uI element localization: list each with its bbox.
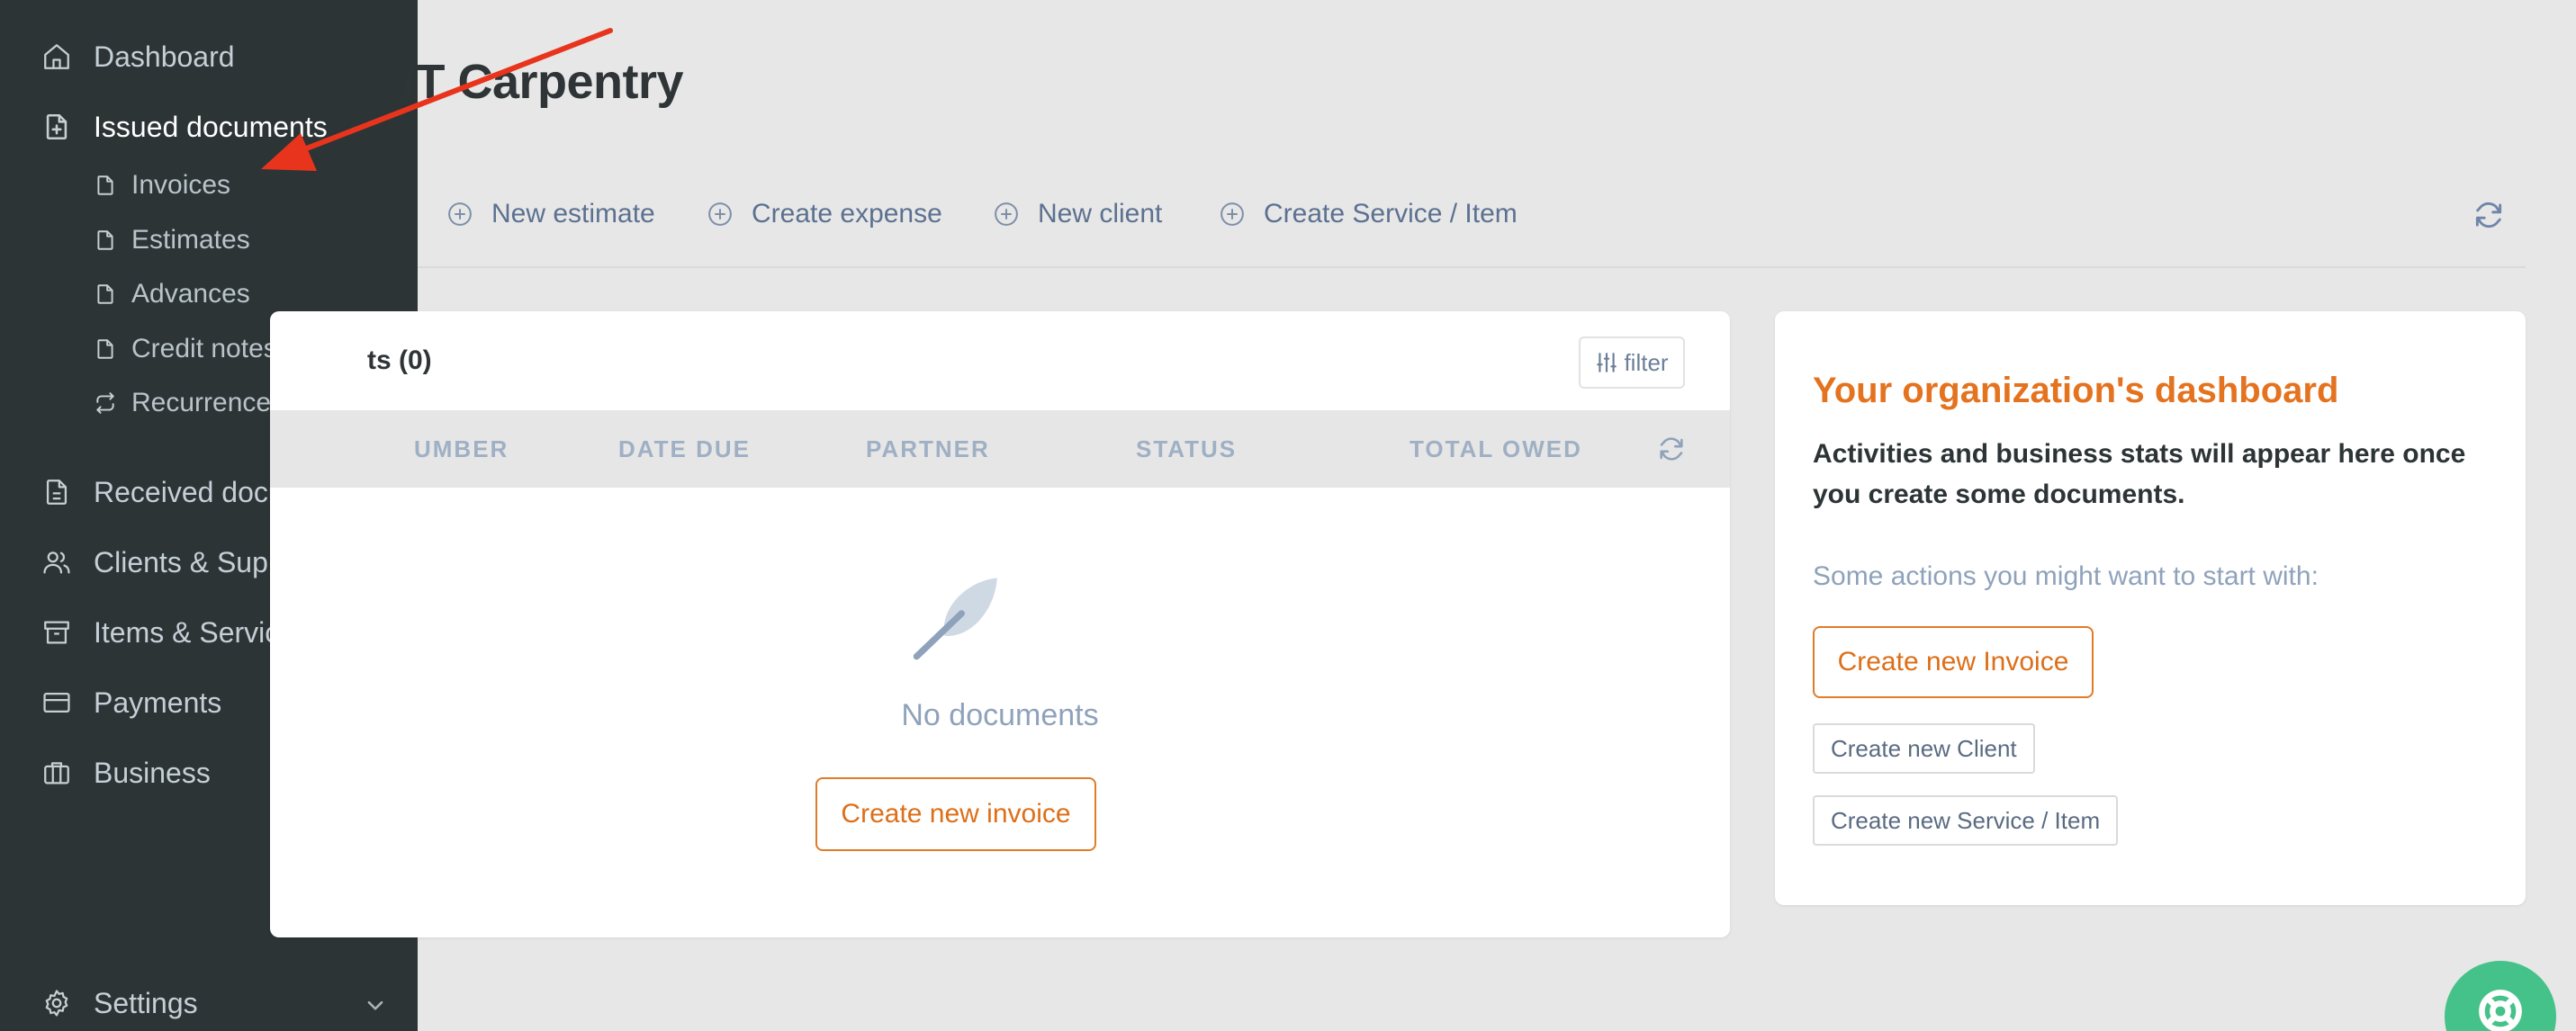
- sidebar-item-payments[interactable]: Payments: [41, 680, 221, 725]
- file-icon: [97, 284, 113, 304]
- lifebuoy-icon: [2479, 990, 2522, 1031]
- chevron-down-icon[interactable]: [360, 990, 391, 1020]
- refresh-icon[interactable]: [1656, 434, 1687, 464]
- dashboard-card: Your organization's dashboard Activities…: [1775, 311, 2526, 905]
- table-header: UMBER DATE DUE PARTNER STATUS TOTAL OWED: [270, 410, 1730, 488]
- sidebar-item-dashboard[interactable]: Dashboard: [41, 34, 235, 79]
- sidebar-subitem-recurrences[interactable]: Recurrences: [94, 383, 284, 423]
- column-header-total-owed[interactable]: TOTAL OWED: [1410, 435, 1582, 463]
- home-icon: [44, 44, 69, 69]
- sliders-icon: [1597, 353, 1617, 372]
- filter-label: filter: [1624, 348, 1669, 376]
- create-new-service-item-button[interactable]: Create new Service / Item: [1813, 795, 2119, 846]
- sidebar-item-label: Issued documents: [94, 110, 328, 143]
- dashboard-subtitle: Some actions you might want to start wit…: [1813, 561, 2319, 591]
- sidebar-item-business[interactable]: Business: [41, 750, 211, 795]
- new-client-button[interactable]: New client: [993, 193, 1162, 235]
- documents-card-title: ts (0): [367, 345, 432, 375]
- plus-circle-icon: [448, 202, 472, 226]
- users-icon: [43, 551, 70, 574]
- sidebar-item-settings[interactable]: Settings: [41, 981, 198, 1026]
- column-header-number[interactable]: UMBER: [414, 435, 509, 463]
- refresh-icon[interactable]: [2472, 198, 2506, 232]
- repeat-icon: [96, 392, 114, 414]
- column-header-status[interactable]: STATUS: [1136, 435, 1237, 463]
- sidebar-item-issued-documents[interactable]: Issued documents: [41, 104, 328, 149]
- sidebar-subitem-estimates[interactable]: Estimates: [94, 220, 250, 260]
- archive-icon: [44, 621, 69, 644]
- empty-state-text: No documents: [901, 698, 1099, 732]
- sidebar-subitem-invoices[interactable]: Invoices: [94, 166, 230, 205]
- credit-card-icon: [43, 692, 70, 713]
- new-estimate-button[interactable]: New estimate: [446, 193, 655, 235]
- sidebar-item-label: Business: [94, 756, 211, 789]
- file-icon: [97, 339, 113, 359]
- feather-icon: [913, 578, 997, 660]
- dashboard-description: Activities and business stats will appea…: [1813, 439, 2466, 509]
- sidebar-item-label: Settings: [94, 986, 198, 1019]
- help-button[interactable]: [2445, 961, 2556, 1031]
- filter-button[interactable]: filter: [1579, 336, 1685, 389]
- sidebar-subitem-label: Invoices: [131, 170, 231, 200]
- action-label: Create Service / Item: [1264, 199, 1518, 229]
- create-new-invoice-button[interactable]: Create new Invoice: [1813, 626, 2094, 698]
- action-label: New client: [1038, 199, 1163, 229]
- dashboard-title: Your organization's dashboard: [1813, 371, 2339, 410]
- sidebar-subitem-advances[interactable]: Advances: [94, 274, 250, 314]
- sidebar-item-label: Payments: [94, 686, 222, 719]
- file-text-icon: [46, 480, 68, 505]
- column-header-partner[interactable]: PARTNER: [866, 435, 990, 463]
- create-service-item-button[interactable]: Create Service / Item: [1219, 193, 1518, 235]
- plus-circle-icon: [995, 202, 1018, 226]
- create-expense-button[interactable]: Create expense: [707, 193, 942, 235]
- file-plus-icon: [46, 113, 68, 140]
- documents-card: ts (0) filter UMBER DATE DUE PARTNER STA…: [270, 311, 1730, 937]
- briefcase-icon: [44, 762, 69, 784]
- plus-circle-icon: [708, 202, 732, 226]
- column-header-date-due[interactable]: DATE DUE: [618, 435, 751, 463]
- sidebar-subitem-credit-notes[interactable]: Credit notes: [94, 329, 277, 369]
- action-label: New estimate: [491, 199, 655, 229]
- file-icon: [97, 175, 113, 195]
- sidebar-subitem-label: Credit notes: [131, 334, 277, 363]
- gear-icon: [45, 990, 68, 1017]
- file-icon: [97, 230, 113, 250]
- page-title: /T Carpentry: [402, 55, 684, 109]
- sidebar-item-label: Dashboard: [94, 40, 235, 73]
- create-new-client-button[interactable]: Create new Client: [1813, 723, 2035, 774]
- action-label: Create expense: [752, 199, 942, 229]
- sidebar-subitem-label: Estimates: [131, 225, 250, 255]
- plus-circle-icon: [1220, 202, 1244, 226]
- create-new-invoice-button[interactable]: Create new invoice: [815, 777, 1096, 851]
- sidebar-subitem-label: Recurrences: [131, 388, 285, 417]
- divider: [418, 266, 2526, 268]
- sidebar-subitem-label: Advances: [131, 279, 250, 309]
